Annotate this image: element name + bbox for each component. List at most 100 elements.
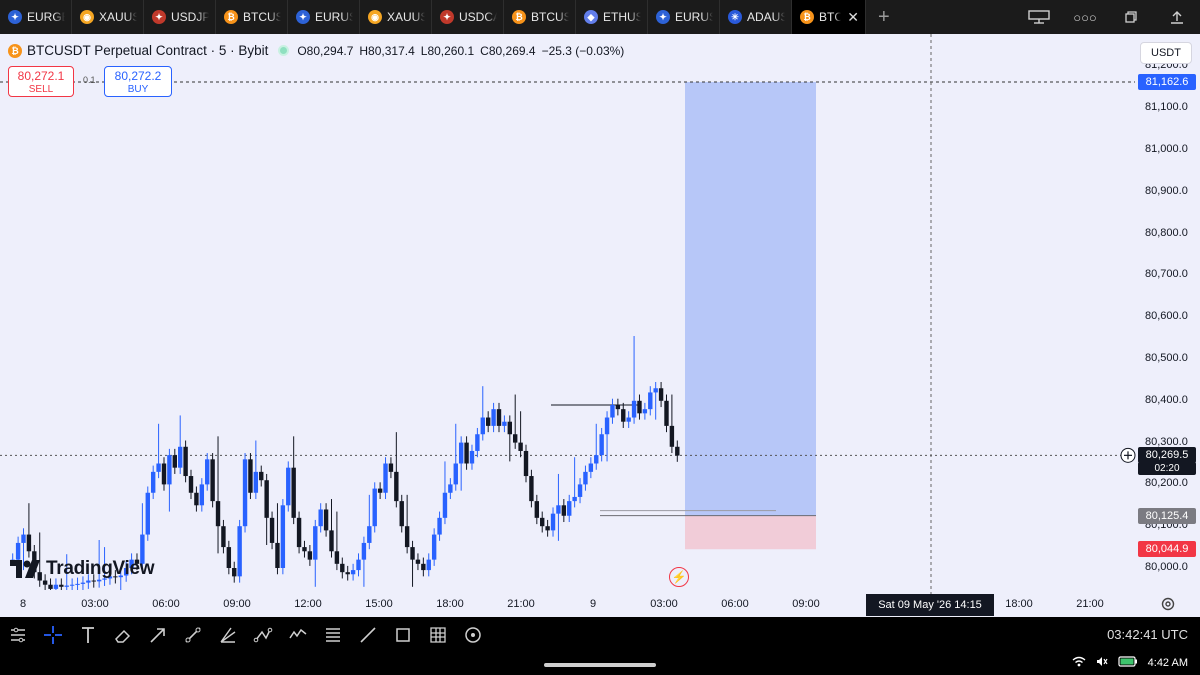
candle-body — [323, 509, 329, 531]
sell-price: 80,272.1 — [17, 69, 65, 83]
buy-label: BUY — [127, 84, 149, 95]
candle-body — [21, 534, 26, 543]
sell-button[interactable]: 80,272.1 SELL — [8, 66, 74, 97]
candle-countdown: 02:20 — [1138, 462, 1196, 476]
price-tick-label: 80,500.0 — [1145, 352, 1188, 364]
time-axis[interactable]: 21:00 18:00 09:00 06:00 03:00 9 21:00 18:00 15:0… — [0, 594, 1135, 617]
tab-btcusdt[interactable]: ₿ BTCUSDT — [216, 0, 288, 34]
candle-body — [64, 585, 69, 587]
symbol-title[interactable]: BTCUSDT Perpetual Contract · 5 · Bybit — [27, 43, 268, 58]
utc-clock[interactable]: 03:42:41 UTC — [1107, 627, 1188, 642]
fib-icon[interactable] — [315, 619, 350, 651]
chart-settings-icon[interactable] — [1160, 596, 1178, 614]
wave-icon[interactable] — [280, 619, 315, 651]
candle-body — [69, 584, 75, 586]
lightning-icon[interactable]: ⚡ — [669, 567, 689, 587]
candle-body — [496, 409, 502, 426]
upload-icon[interactable] — [1154, 0, 1200, 34]
crosshair-icon[interactable] — [35, 619, 70, 651]
candle-body — [253, 471, 259, 493]
path-icon[interactable] — [245, 619, 280, 651]
time-tick-label: 06:00 — [721, 598, 749, 610]
candle-body — [669, 425, 675, 447]
candle-body — [610, 404, 615, 418]
tab-label: EURGBP — [27, 10, 65, 24]
time-tick-label: 15:00 — [365, 598, 393, 610]
trendline-icon[interactable] — [175, 619, 210, 651]
tradingview-app: ✦ EURGBP ◉ XAUUSD ✦ USDJPY ₿ BTCUSDT ✦ EURUSD ◉ XAU… — [0, 0, 1200, 675]
chart-pane[interactable]: ₿ BTCUSDT Perpetual Contract · 5 · Bybit… — [0, 34, 1200, 617]
ruler-icon[interactable] — [350, 619, 385, 651]
tab-adausdt[interactable]: ✳ ADAUSDT — [720, 0, 792, 34]
candle-body — [318, 509, 323, 527]
market-status-icon[interactable] — [278, 45, 290, 56]
layout-toggle-icon[interactable] — [1016, 0, 1062, 34]
candle-body — [442, 492, 448, 518]
tab-eurusd[interactable]: ✦ EURUSD — [288, 0, 360, 34]
mute-icon — [1096, 656, 1108, 670]
candle-body — [523, 450, 529, 477]
currency-selector[interactable]: USDT — [1140, 42, 1192, 64]
buy-button[interactable]: 80,272.2 BUY — [104, 66, 172, 97]
candle-body — [259, 471, 264, 481]
ethereum-icon: ◆ — [584, 10, 598, 24]
candle-body — [172, 455, 177, 468]
tab-ethusdt[interactable]: ◆ ETHUSDT — [576, 0, 648, 34]
candle-body — [80, 582, 86, 584]
tab-eurusd[interactable]: ✦ EURUSD — [648, 0, 720, 34]
gann-icon[interactable] — [210, 619, 245, 651]
candle-body — [59, 584, 64, 587]
tab-btcusdt[interactable]: ₿ BTCUSDT — [504, 0, 576, 34]
eraser-icon[interactable] — [105, 619, 140, 651]
candle-body — [356, 559, 361, 571]
tab-xauusd[interactable]: ◉ XAUUSD — [72, 0, 144, 34]
home-gesture-handle[interactable] — [544, 663, 656, 667]
restore-window-icon[interactable] — [1108, 0, 1154, 34]
close-tab-icon[interactable]: ✕ — [847, 9, 859, 26]
tradingview-logo-icon — [10, 560, 40, 578]
candle-body — [237, 526, 242, 577]
tab-usdjpy[interactable]: ✦ USDJPY — [144, 0, 216, 34]
tab-btcusdt[interactable]: ₿ BTCUSDT ✕ — [792, 0, 866, 34]
layout-icon[interactable] — [0, 619, 35, 651]
candle-body — [205, 459, 210, 485]
candle-body — [307, 551, 313, 560]
candle-body — [415, 559, 421, 564]
candle-body — [286, 467, 291, 506]
flag-us-icon: ✦ — [440, 10, 454, 24]
add-tab-button[interactable]: + — [866, 0, 902, 34]
candle-body — [599, 434, 604, 456]
tab-usdcad[interactable]: ✦ USDCAD — [432, 0, 504, 34]
tab-eurgbp[interactable]: ✦ EURGBP — [0, 0, 72, 34]
grid-icon[interactable] — [420, 619, 455, 651]
price-tick-label: 80,600.0 — [1145, 310, 1188, 323]
candle-body — [431, 534, 437, 560]
window-controls: ○○○ — [1016, 0, 1200, 34]
price-tick-label: 80,900.0 — [1145, 184, 1188, 197]
candle-body — [377, 488, 383, 493]
candle-body — [221, 526, 226, 548]
rectangle-icon[interactable] — [385, 619, 420, 651]
high-value: H80,317.4 — [359, 43, 415, 58]
more-options-icon[interactable]: ○○○ — [1062, 0, 1108, 34]
candle-body — [372, 488, 377, 527]
candle-body — [410, 547, 415, 560]
position-profit-zone — [685, 82, 816, 516]
candle-body — [545, 526, 550, 531]
text-icon[interactable] — [70, 619, 105, 651]
price-axis[interactable]: 81,200.0 81,100.0 81,000.0 80,900.0 80,800.0… — [1135, 34, 1200, 594]
candle-body — [475, 434, 480, 451]
candle-body — [642, 409, 648, 414]
battery-icon — [1118, 656, 1138, 670]
candle-body — [53, 584, 59, 589]
tab-label: BTCUSDT — [243, 10, 281, 24]
candle-body — [507, 421, 512, 435]
candle-body — [150, 471, 156, 493]
candle-body — [583, 471, 588, 485]
arrow-icon[interactable] — [140, 619, 175, 651]
status-bar: 4:42 AM — [1062, 656, 1188, 670]
candle-body — [91, 580, 96, 582]
tab-xauusd[interactable]: ◉ XAUUSD — [360, 0, 432, 34]
circle-icon[interactable] — [455, 619, 490, 651]
price-chart[interactable] — [0, 34, 1200, 617]
